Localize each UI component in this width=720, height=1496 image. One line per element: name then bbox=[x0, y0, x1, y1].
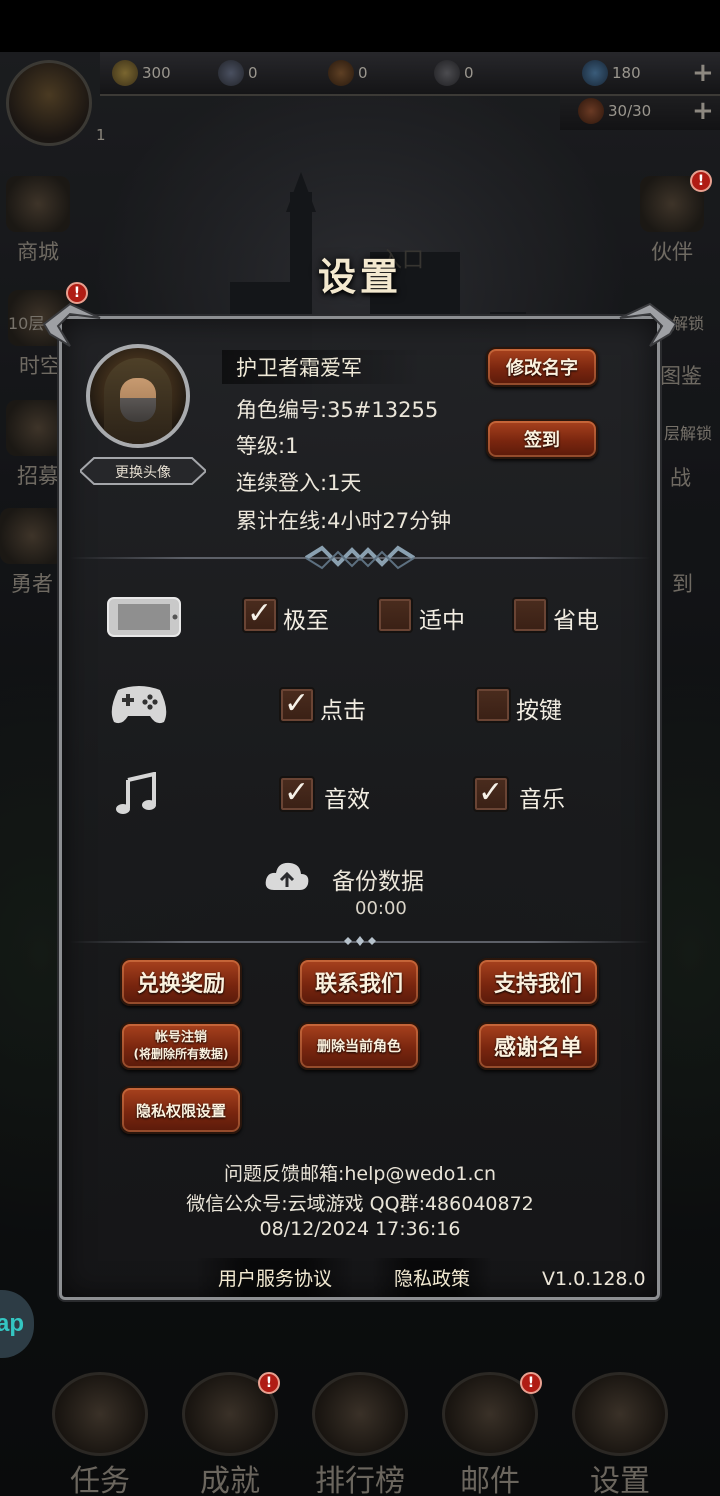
graphics-max-label: 极至 bbox=[283, 608, 329, 634]
wood-resource: 0 bbox=[328, 60, 368, 86]
divider-ornament bbox=[304, 545, 416, 570]
user-agreement-link[interactable]: 用户服务协议 bbox=[196, 1258, 355, 1297]
player-name: 护卫者霜爱军 bbox=[236, 356, 362, 380]
graphics-powersave-checkbox[interactable]: ✓ bbox=[512, 597, 548, 633]
gear-icon bbox=[572, 1372, 668, 1456]
meat-icon bbox=[578, 98, 604, 124]
redeem-rewards-button[interactable]: 兑换奖励 bbox=[120, 958, 242, 1006]
gold-resource: 300 bbox=[112, 60, 171, 86]
gold-coin-icon bbox=[112, 60, 138, 86]
tab-quests[interactable]: 任务 bbox=[40, 1372, 160, 1496]
shop-icon bbox=[6, 176, 70, 232]
mail-alert-icon: ! bbox=[520, 1372, 542, 1394]
ore-icon bbox=[218, 60, 244, 86]
trophy-icon bbox=[312, 1372, 408, 1456]
side-btn-battle[interactable]: 战 bbox=[670, 462, 691, 492]
gem-resource: 180 bbox=[582, 60, 641, 86]
wood-icon bbox=[328, 60, 354, 86]
privacy-policy-link[interactable]: 隐私政策 bbox=[372, 1258, 493, 1297]
backup-data-label[interactable]: 备份数据 bbox=[332, 862, 424, 896]
iron-icon bbox=[434, 60, 460, 86]
floor-unlock-badge: 层解锁 bbox=[664, 424, 713, 443]
cloud-upload-icon[interactable] bbox=[264, 860, 310, 894]
player-level: 等级:1 bbox=[236, 434, 299, 458]
add-stamina-plus-icon[interactable]: + bbox=[692, 96, 714, 126]
control-keys-label: 按键 bbox=[516, 698, 562, 724]
graphics-medium-checkbox[interactable]: ✓ bbox=[377, 597, 413, 633]
support-us-button[interactable]: 支持我们 bbox=[477, 958, 599, 1006]
divider-dots-ornament bbox=[344, 936, 376, 946]
gamepad-icon bbox=[111, 686, 167, 724]
side-btn-checkin[interactable]: 到 bbox=[672, 568, 693, 598]
tab-settings[interactable]: 设置 bbox=[560, 1372, 680, 1496]
ore-resource: 0 bbox=[218, 60, 258, 86]
rename-button[interactable]: 修改名字 bbox=[486, 347, 598, 387]
iron-resource: 0 bbox=[434, 60, 474, 86]
sound-effects-checkbox[interactable]: ✓ bbox=[279, 776, 315, 812]
graphics-max-checkbox[interactable]: ✓ bbox=[242, 597, 278, 633]
player-portrait bbox=[86, 344, 190, 448]
graphics-medium-label: 适中 bbox=[419, 608, 465, 634]
stamina-resource: 30/30 bbox=[578, 98, 651, 124]
backup-time: 00:00 bbox=[355, 898, 407, 919]
contact-us-button[interactable]: 联系我们 bbox=[298, 958, 420, 1006]
graphics-powersave-label: 省电 bbox=[553, 608, 599, 634]
hero-icon bbox=[0, 508, 64, 564]
quest-scroll-icon bbox=[52, 1372, 148, 1456]
side-btn-hero[interactable]: 勇者 bbox=[0, 508, 64, 598]
music-checkbox[interactable]: ✓ bbox=[473, 776, 509, 812]
add-gems-plus-icon[interactable]: + bbox=[692, 58, 714, 88]
credits-button[interactable]: 感谢名单 bbox=[477, 1022, 599, 1070]
current-datetime: 08/12/2024 17:36:16 bbox=[259, 1218, 461, 1240]
music-note-icon bbox=[116, 772, 156, 814]
side-btn-codex[interactable]: 图鉴 bbox=[660, 360, 702, 390]
gem-icon bbox=[582, 60, 608, 86]
signin-button[interactable]: 签到 bbox=[486, 419, 598, 459]
tab-leaderboard[interactable]: 排行榜 bbox=[300, 1372, 420, 1496]
panel-corner-right-ornament bbox=[616, 300, 680, 350]
phone-device-icon bbox=[107, 597, 181, 637]
control-keys-checkbox[interactable]: ✓ bbox=[475, 687, 511, 723]
wechat-qq-info: 微信公众号:云域游戏 QQ群:486040872 bbox=[186, 1193, 534, 1215]
privacy-permissions-button[interactable]: 隐私权限设置 bbox=[120, 1086, 242, 1134]
login-streak: 连续登入:1天 bbox=[236, 471, 362, 495]
delete-account-button[interactable]: 帐号注销 (将删除所有数据) bbox=[120, 1022, 242, 1070]
feedback-email: 问题反馈邮箱:help@wedo1.cn bbox=[223, 1163, 496, 1185]
panel-corner-left-ornament bbox=[40, 300, 104, 350]
music-label: 音乐 bbox=[519, 787, 565, 813]
version-label: V1.0.128.0 bbox=[542, 1268, 646, 1290]
control-tap-label: 点击 bbox=[320, 698, 366, 724]
control-tap-checkbox[interactable]: ✓ bbox=[279, 687, 315, 723]
settings-title: 设置 bbox=[317, 255, 402, 299]
sound-effects-label: 音效 bbox=[324, 787, 370, 813]
online-time: 累计在线:4小时27分钟 bbox=[236, 509, 452, 533]
hud-avatar[interactable] bbox=[6, 60, 92, 146]
delete-role-button[interactable]: 删除当前角色 bbox=[298, 1022, 420, 1070]
role-id: 角色编号:35#13255 bbox=[236, 398, 439, 422]
hud-level: 1 bbox=[96, 126, 106, 144]
achievements-alert-icon: ! bbox=[258, 1372, 280, 1394]
partner-alert-icon: ! bbox=[690, 170, 712, 192]
floor-badge: 10层 bbox=[8, 314, 45, 333]
change-avatar-button[interactable]: 更换头像 bbox=[80, 456, 206, 486]
